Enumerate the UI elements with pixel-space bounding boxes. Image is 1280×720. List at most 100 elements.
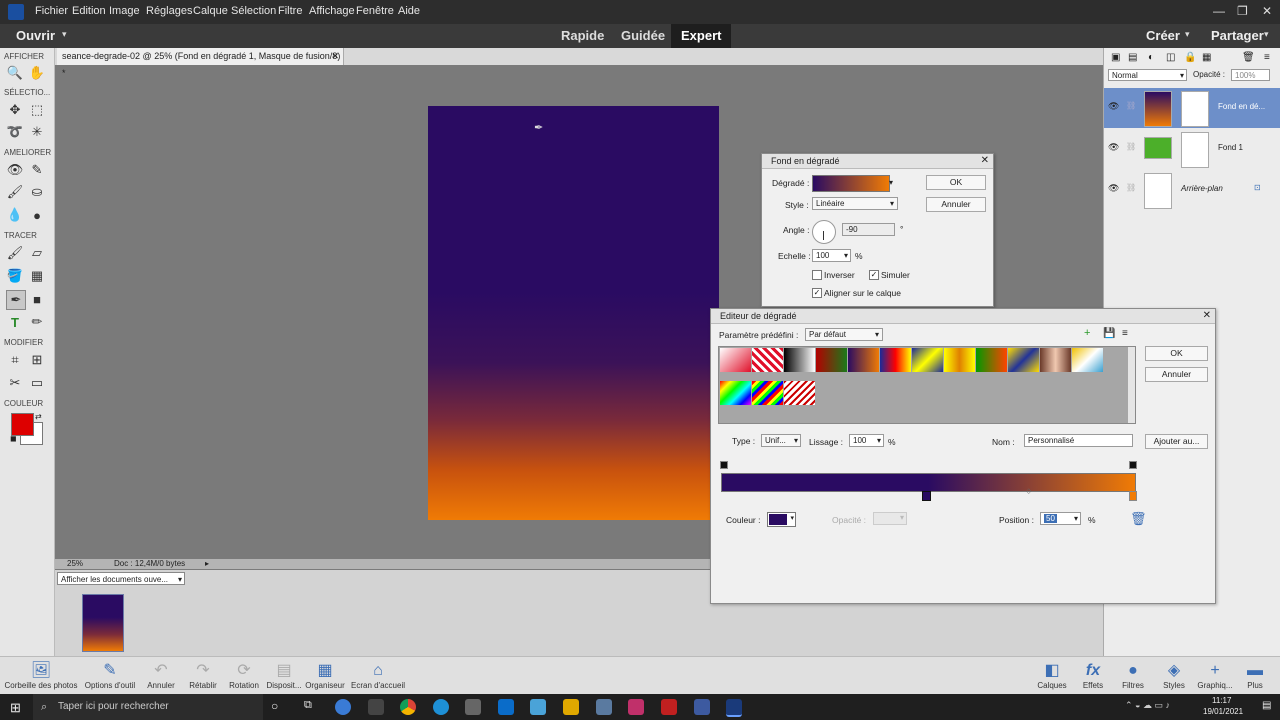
menu-affichage[interactable]: Affichage [309, 5, 355, 17]
gradient-preset-swatch[interactable] [784, 381, 815, 405]
text-icon[interactable]: T [6, 313, 24, 331]
smart-brush-icon[interactable]: 🖌 [6, 183, 24, 201]
gradient-preset-swatch[interactable] [848, 348, 879, 372]
close-icon[interactable]: ✕ [981, 154, 989, 168]
menu-selection[interactable]: Sélection [231, 5, 276, 17]
app-icon-media[interactable] [628, 699, 644, 715]
menu-fenetre[interactable]: Fenêtre [356, 5, 394, 17]
eye-icon[interactable]: 👁 [1108, 183, 1119, 194]
mode-rapide[interactable]: Rapide [551, 24, 614, 48]
gradient-icon[interactable]: ▦ [28, 267, 46, 285]
menu-image[interactable]: Image [109, 5, 140, 17]
styles-button[interactable]: ◈ Styles [1157, 661, 1191, 690]
layout-button[interactable]: ▤ Disposit... [264, 661, 304, 690]
cancel-button[interactable]: Annuler [926, 197, 986, 212]
delete-stop-icon[interactable]: 🗑 [1130, 511, 1147, 527]
opacity-stop-right[interactable] [1129, 461, 1137, 469]
preset-select[interactable]: Par défaut ▾ [805, 328, 883, 341]
opacity-field[interactable]: 100% [1231, 69, 1270, 81]
gradient-preset-swatch[interactable] [752, 348, 783, 372]
foreground-color-swatch[interactable] [11, 413, 34, 436]
smooth-field[interactable]: 100 ▾ [849, 434, 884, 447]
app-icon-editor[interactable] [694, 699, 710, 715]
layer-row[interactable]: 👁 ⛓ Fond en dé... [1104, 88, 1280, 128]
app-icon-settings[interactable] [368, 699, 384, 715]
app-icon-explorer[interactable] [563, 699, 579, 715]
magic-wand-icon[interactable]: ✳ [28, 123, 46, 141]
tab-close-icon[interactable]: ✕ [331, 48, 339, 65]
lasso-icon[interactable]: ➰ [6, 123, 24, 141]
close-icon[interactable]: ✕ [1262, 4, 1272, 18]
undo-button[interactable]: ↶ Annuler [143, 661, 179, 690]
new-layer-icon[interactable]: ▣ [1111, 52, 1120, 63]
gradient-preset-swatch[interactable] [784, 348, 815, 372]
windows-search-box[interactable]: ⌕ Taper ici pour rechercher [33, 694, 263, 720]
app-icon-mail[interactable] [498, 699, 514, 715]
chevron-down-icon[interactable]: ▾ [1074, 513, 1078, 525]
app-icon-photoshop-elements[interactable] [726, 699, 742, 717]
type-select[interactable]: Unif... ▾ [761, 434, 801, 447]
recompose-icon[interactable]: ⊞ [28, 351, 46, 369]
move-icon[interactable]: ✥ [6, 101, 24, 119]
gradient-preview-swatch[interactable] [812, 175, 890, 192]
menu-aide[interactable]: Aide [398, 5, 420, 17]
app-icon-browser[interactable] [433, 699, 449, 715]
angle-field[interactable]: -90 [842, 223, 895, 236]
gradient-preset-swatch[interactable] [880, 348, 911, 372]
app-icon-news[interactable] [661, 699, 677, 715]
close-icon[interactable]: ✕ [1203, 309, 1211, 323]
document-canvas[interactable]: ✒ [428, 106, 719, 520]
gradient-preset-swatch[interactable] [816, 348, 847, 372]
menu-reglages[interactable]: Réglages [146, 5, 192, 17]
gradient-preset-swatch[interactable] [752, 381, 783, 405]
mask-icon[interactable]: ◫ [1166, 52, 1175, 63]
menu-filtre[interactable]: Filtre [278, 5, 302, 17]
rotate-button[interactable]: ⟳ Rotation [226, 661, 262, 690]
gradient-bar[interactable] [721, 473, 1136, 492]
graphics-button[interactable]: + Graphiq... [1196, 661, 1234, 690]
mode-expert[interactable]: Expert [671, 24, 732, 48]
link-icon[interactable]: ⛓ [1126, 142, 1136, 151]
stop-color-swatch[interactable]: ▾ [767, 512, 796, 527]
new-group-icon[interactable]: ▤ [1128, 52, 1137, 63]
opacity-stop-left[interactable] [720, 461, 728, 469]
home-screen-button[interactable]: ⌂ Ecran d'accueil [348, 661, 408, 690]
color-stop-right[interactable] [1129, 491, 1137, 501]
zoom-icon[interactable]: 🔍 [6, 64, 24, 82]
app-icon-files[interactable] [530, 699, 546, 715]
preset-scrollbar[interactable] [1128, 347, 1135, 423]
clock-time[interactable]: 11:17 [1212, 696, 1231, 705]
status-arrow-icon[interactable]: ▸ [205, 559, 209, 568]
tool-options-button[interactable]: ✎ Options d'outil [82, 661, 138, 690]
more-button[interactable]: ▬ Plus [1240, 661, 1270, 690]
stamp-icon[interactable]: ⛀ [28, 183, 46, 201]
eye-icon[interactable]: 👁 [1108, 101, 1119, 112]
menu-edition[interactable]: Edition [72, 5, 106, 17]
paint-bucket-icon[interactable]: 🪣 [6, 267, 24, 285]
align-checkbox[interactable]: ✓ [812, 288, 822, 298]
add-to-presets-button[interactable]: Ajouter au... [1145, 434, 1208, 449]
filters-button[interactable]: ● Filtres [1116, 661, 1150, 690]
layer-row[interactable]: 👁 ⛓ Arrière-plan ⊡ [1104, 170, 1280, 210]
photo-bin-button[interactable]: 🖼 Corbeille des photos [2, 661, 80, 690]
position-field[interactable]: 50 ▾ [1040, 512, 1081, 525]
menu-calque[interactable]: Calque [193, 5, 228, 17]
link-icon[interactable]: ⛓ [1126, 101, 1136, 110]
brush-icon[interactable]: 🖌 [6, 244, 24, 262]
preset-menu-icon[interactable]: ≡ [1122, 328, 1128, 339]
layers-panel-button[interactable]: ◧ Calques [1034, 661, 1070, 690]
notifications-icon[interactable]: ▤ [1262, 700, 1271, 711]
chevron-down-icon[interactable]: ▾ [844, 250, 848, 262]
mode-guidee[interactable]: Guidée [611, 24, 675, 48]
swap-colors-icon[interactable]: ⇄ [35, 412, 42, 421]
share-dropdown-icon[interactable]: ▾ [1264, 29, 1269, 40]
panel-menu-icon[interactable]: ≡ [1264, 52, 1270, 63]
zoom-level[interactable]: 25% [67, 559, 83, 568]
sponge-icon[interactable]: ● [28, 206, 46, 224]
gradient-preset-swatch[interactable] [720, 348, 751, 372]
ok-button[interactable]: OK [1145, 346, 1208, 361]
clock-date[interactable]: 19/01/2021 [1203, 707, 1243, 716]
lock-all-icon[interactable]: ▦ [1202, 52, 1211, 63]
name-field[interactable]: Personnalisé [1024, 434, 1133, 447]
default-colors-icon[interactable]: ◼ [10, 434, 17, 443]
